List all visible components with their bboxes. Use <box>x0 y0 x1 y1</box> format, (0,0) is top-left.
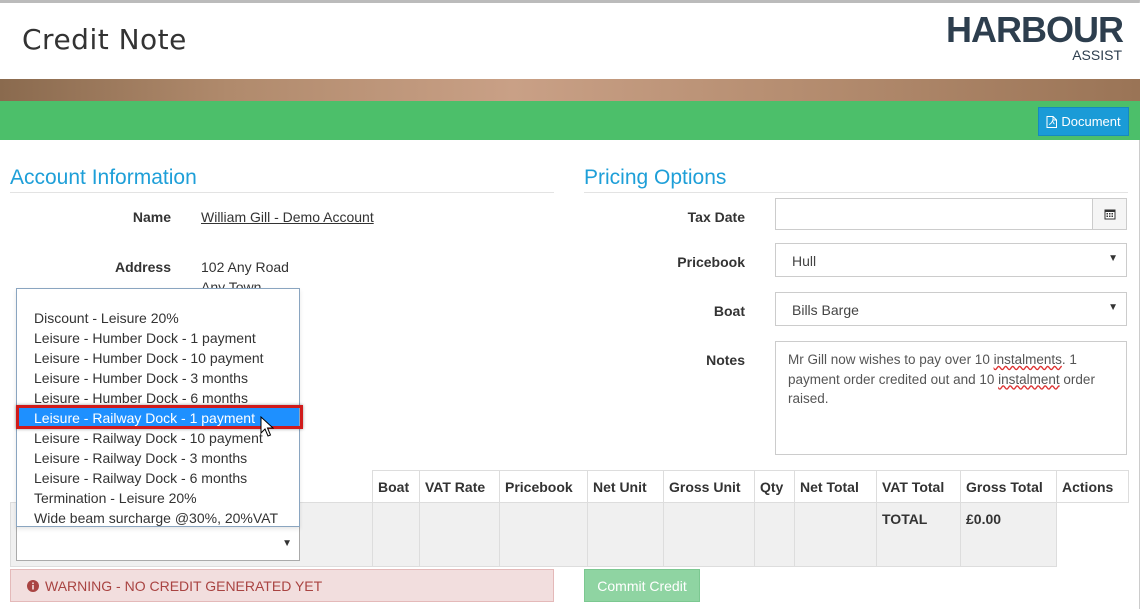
name-label: Name <box>132 209 171 225</box>
dropdown-option[interactable]: Discount - Leisure 20% <box>17 308 299 328</box>
document-button[interactable]: Document <box>1038 107 1129 136</box>
table-cell <box>587 502 664 567</box>
account-name-link[interactable]: William Gill - Demo Account <box>201 209 374 225</box>
credit-note-page: Credit Note HARBOUR ASSIST Document Acco… <box>0 0 1140 609</box>
pdf-file-icon <box>1046 115 1058 128</box>
table-header-pricebook: Pricebook <box>499 470 588 503</box>
table-cell <box>663 502 755 567</box>
dropdown-option[interactable]: Leisure - Humber Dock - 3 months <box>17 368 299 388</box>
pricebook-value: Hull <box>792 253 817 269</box>
table-cell <box>419 502 500 567</box>
tax-date-label: Tax Date <box>687 209 745 225</box>
product-dropdown-list[interactable]: Discount - Leisure 20% Leisure - Humber … <box>16 288 300 527</box>
chevron-down-icon: ▼ <box>1108 302 1118 313</box>
total-value: £0.00 <box>960 502 1057 567</box>
divider <box>584 192 1128 193</box>
account-info-heading: Account Information <box>10 166 197 189</box>
table-cell <box>499 502 588 567</box>
notes-textarea[interactable]: Mr Gill now wishes to pay over 10 instal… <box>775 341 1127 455</box>
table-header-vat-rate: VAT Rate <box>419 470 500 503</box>
calendar-button[interactable] <box>1092 199 1126 229</box>
boat-select[interactable]: Bills Barge ▼ <box>775 292 1127 326</box>
chevron-down-icon: ▼ <box>1108 253 1118 264</box>
dropdown-option-selected[interactable]: Leisure - Railway Dock - 1 payment <box>17 408 299 428</box>
table-header-gross-total: Gross Total <box>960 470 1057 503</box>
logo-text: HARBOUR <box>946 9 1124 50</box>
commit-credit-button[interactable]: Commit Credit <box>584 569 700 602</box>
dropdown-option[interactable]: Leisure - Humber Dock - 6 months <box>17 388 299 408</box>
dropdown-option[interactable]: Leisure - Humber Dock - 10 payment <box>17 348 299 368</box>
table-cell <box>794 502 877 567</box>
divider <box>10 192 554 193</box>
tax-date-input[interactable] <box>775 198 1127 230</box>
notes-text: instalments <box>993 352 1062 367</box>
product-select[interactable]: ▼ <box>16 525 300 561</box>
notes-label: Notes <box>706 352 745 368</box>
warning-alert: WARNING - NO CREDIT GENERATED YET <box>10 569 554 602</box>
total-label: TOTAL <box>876 502 961 567</box>
decorative-banner <box>0 79 1140 101</box>
boat-label: Boat <box>713 303 745 319</box>
notes-text: instalment <box>998 371 1060 387</box>
table-header-vat-total: VAT Total <box>876 470 961 503</box>
table-header-actions: Actions <box>1056 470 1129 503</box>
pricebook-label: Pricebook <box>677 254 745 270</box>
boat-value: Bills Barge <box>792 302 859 318</box>
mouse-pointer-icon <box>260 416 274 437</box>
table-header-net-total: Net Total <box>794 470 877 503</box>
table-cell <box>1056 502 1129 567</box>
logo-subtext: ASSIST <box>1072 47 1122 63</box>
dropdown-option[interactable]: Leisure - Railway Dock - 10 payment <box>17 428 299 448</box>
dropdown-option[interactable]: Leisure - Railway Dock - 6 months <box>17 468 299 488</box>
dropdown-option[interactable]: Wide beam surcharge @30%, 20%VAT <box>17 508 299 528</box>
page-title: Credit Note <box>22 23 187 56</box>
action-bar <box>0 101 1140 140</box>
table-header-net-unit: Net Unit <box>587 470 664 503</box>
table-header-boat: Boat <box>372 470 420 503</box>
table-header-gross-unit: Gross Unit <box>663 470 755 503</box>
table-cell <box>754 502 795 567</box>
document-button-label: Document <box>1061 114 1121 129</box>
harbour-assist-logo: HARBOUR ASSIST <box>946 9 1124 65</box>
warning-text: WARNING - NO CREDIT GENERATED YET <box>45 577 323 594</box>
info-circle-icon <box>27 579 39 592</box>
calendar-icon <box>1104 209 1115 220</box>
address-line-1: 102 Any Road <box>201 259 289 275</box>
notes-text: Mr Gill now wishes to pay over 10 <box>788 352 994 367</box>
pricing-options-heading: Pricing Options <box>584 166 727 189</box>
table-header-qty: Qty <box>754 470 795 503</box>
address-label: Address <box>114 259 171 275</box>
pricebook-select[interactable]: Hull ▼ <box>775 243 1127 277</box>
page-header: Credit Note HARBOUR ASSIST <box>0 3 1140 79</box>
table-cell <box>372 502 420 567</box>
dropdown-option[interactable]: Leisure - Humber Dock - 1 payment <box>17 328 299 348</box>
dropdown-option[interactable]: Termination - Leisure 20% <box>17 488 299 508</box>
chevron-down-icon: ▼ <box>282 538 292 549</box>
dropdown-option[interactable]: Leisure - Railway Dock - 3 months <box>17 448 299 468</box>
